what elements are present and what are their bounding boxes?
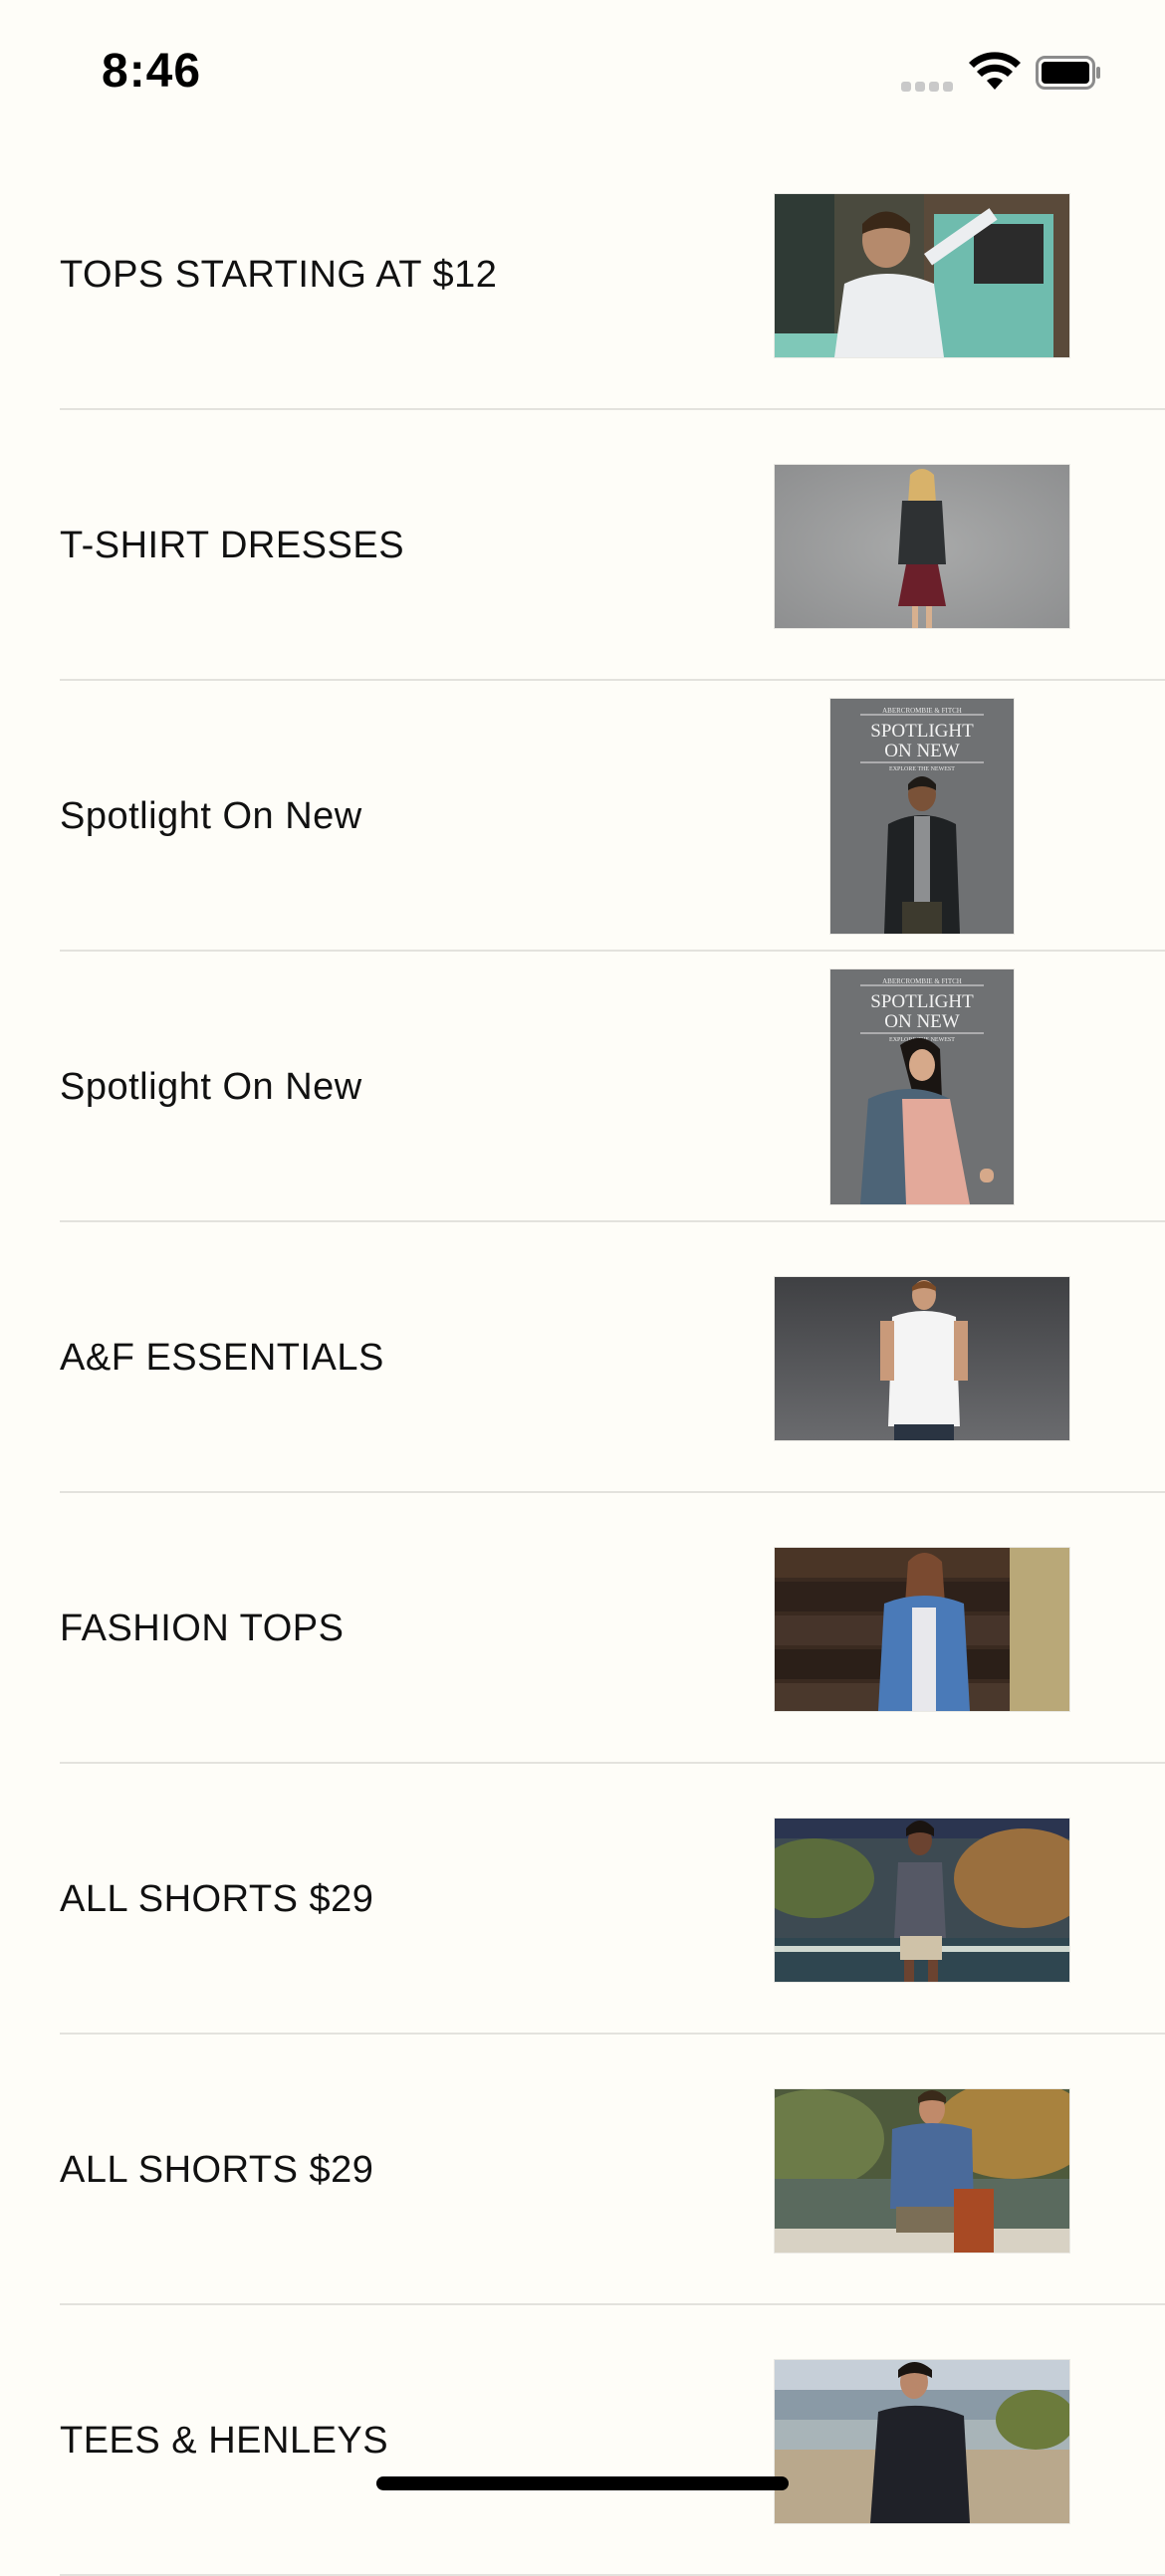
list-item-label: ALL SHORTS $29 [60, 2148, 374, 2191]
overlay-top-text: ABERCROMBIE & FITCH [882, 977, 962, 985]
list-item[interactable]: ALL SHORTS $29 [0, 1764, 1165, 2035]
overlay-top-text: ABERCROMBIE & FITCH [882, 707, 962, 715]
category-image: ABERCROMBIE & FITCH SPOTLIGHT ON NEW EXP… [830, 699, 1014, 934]
cellular-signal-icon [901, 82, 955, 94]
list-item-label: T-SHIRT DRESSES [60, 524, 405, 566]
status-time: 8:46 [102, 45, 202, 98]
list-item[interactable]: FASHION TOPS [0, 1493, 1165, 1764]
battery-icon [1036, 56, 1101, 90]
list-item[interactable]: T-SHIRT DRESSES [0, 410, 1165, 681]
list-item-label: FASHION TOPS [60, 1607, 345, 1649]
wifi-icon [968, 52, 1022, 92]
list-item[interactable]: A&F ESSENTIALS [0, 1222, 1165, 1493]
category-image [775, 465, 1069, 628]
svg-text:ON NEW: ON NEW [884, 1011, 960, 1032]
list-item[interactable]: TEES & HENLEYS [0, 2305, 1165, 2576]
list-item-label: A&F ESSENTIALS [60, 1336, 384, 1379]
category-image [775, 1819, 1069, 1982]
svg-text:SPOTLIGHT: SPOTLIGHT [870, 721, 974, 742]
svg-text:ON NEW: ON NEW [884, 741, 960, 761]
list-item[interactable]: Spotlight On New ABERCROMBIE & FITCH SPO… [0, 681, 1165, 952]
category-image [775, 1548, 1069, 1711]
category-image [775, 1277, 1069, 1440]
category-image: ABERCROMBIE & FITCH SPOTLIGHT ON NEW EXP… [830, 969, 1014, 1204]
list-item[interactable]: TOPS STARTING AT $12 [0, 139, 1165, 410]
category-image [775, 2089, 1069, 2253]
list-item-label: Spotlight On New [60, 1065, 362, 1108]
list-item-label: TOPS STARTING AT $12 [60, 253, 498, 296]
list-item-label: ALL SHORTS $29 [60, 1877, 374, 1920]
status-bar: 8:46 [0, 0, 1165, 149]
home-indicator[interactable] [376, 2476, 789, 2490]
list-item[interactable]: ALL SHORTS $29 [0, 2035, 1165, 2305]
list-item[interactable]: Spotlight On New ABERCROMBIE & FITCH SPO… [0, 952, 1165, 1222]
svg-text:SPOTLIGHT: SPOTLIGHT [870, 991, 974, 1012]
category-image [775, 2360, 1069, 2523]
category-image [775, 194, 1069, 357]
list-item-label: Spotlight On New [60, 794, 362, 837]
list-item-label: TEES & HENLEYS [60, 2419, 389, 2462]
overlay-bottom-text: EXPLORE THE NEWEST [889, 766, 955, 772]
